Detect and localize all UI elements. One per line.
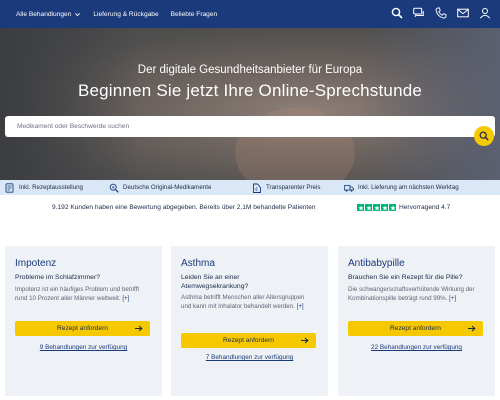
nav-popular-questions-label: Beliebte Fragen	[170, 10, 218, 18]
nav-popular-questions[interactable]: Beliebte Fragen	[171, 11, 218, 18]
chevron-down-icon	[75, 12, 81, 16]
star-icon	[373, 204, 380, 211]
arrow-right-icon	[468, 325, 476, 332]
read-more-link[interactable]: [+]	[122, 295, 129, 302]
top-navigation: Alle Behandlungen Lieferung & Rückgabe B…	[0, 0, 500, 28]
trustpilot-stars[interactable]	[357, 204, 396, 211]
treatments-available-link[interactable]: 7 Behandlungen zur verfügung	[171, 354, 328, 361]
hero-banner: Der digitale Gesundheitsanbieter für Eur…	[0, 28, 500, 180]
nav-all-treatments[interactable]: Alle Behandlungen	[16, 11, 81, 18]
feature-prescription: Inkl. Rezeptausstellung	[5, 180, 83, 195]
button-label: Rezept anfordern	[390, 325, 441, 332]
arrow-right-icon	[135, 325, 143, 332]
phone-icon[interactable]	[434, 6, 447, 20]
card-title[interactable]: Asthma	[181, 258, 215, 269]
treatment-card-asthma: Asthma Leiden Sie an einer Atemwegsekran…	[171, 246, 328, 396]
request-prescription-button[interactable]: Rezept anfordern	[15, 321, 150, 336]
card-question: Brauchen Sie ein Rezept für die Pille?	[348, 274, 463, 281]
hero-image-shade	[0, 28, 140, 180]
treatments-available-link[interactable]: 22 Behandlungen zur verfügung	[338, 344, 495, 351]
button-label: Rezept anfordern	[57, 325, 108, 332]
card-question: Leiden Sie an einer Atemwegsekrankung?	[181, 274, 249, 291]
user-icon[interactable]	[478, 6, 491, 20]
star-icon	[365, 204, 372, 211]
star-icon	[381, 204, 388, 211]
card-description: Asthma betrifft Menschen aller Altersgru…	[181, 294, 309, 312]
treatment-card-antibabypille: Antibabypille Brauchen Sie ein Rezept fü…	[338, 246, 495, 396]
price-tag-icon: €	[253, 183, 261, 193]
arrow-right-icon	[301, 337, 309, 344]
feature-label: Inkl. Rezeptausstellung	[19, 184, 83, 191]
read-more-link[interactable]: [+]	[297, 303, 304, 310]
hero-title: Beginnen Sie jetzt Ihre Online-Sprechstu…	[77, 81, 423, 100]
card-description-text: Asthma betrifft Menschen aller Altersgru…	[181, 294, 305, 310]
feature-transparent-price: € Transparenter Preis	[252, 180, 320, 195]
search-icon[interactable]	[390, 6, 403, 20]
treatments-available-link[interactable]: 9 Behandlungen zur verfügung	[5, 344, 162, 351]
card-title[interactable]: Antibabypille	[348, 258, 405, 269]
reviews-strip: 9.192 Kunden haben eine Bewertung abgege…	[0, 203, 500, 215]
nav-all-treatments-label: Alle Behandlungen	[16, 10, 72, 18]
hero-image-shade-right	[360, 28, 500, 180]
feature-bar: Inkl. Rezeptausstellung Deutsche Origina…	[0, 180, 500, 195]
star-icon	[389, 204, 396, 211]
feature-label: Inkl. Lieferung am nächsten Werktag	[358, 184, 459, 191]
nav-icon-group	[390, 6, 491, 20]
mail-icon[interactable]	[456, 6, 469, 20]
card-question: Probleme im Schlafzimmer?	[15, 274, 100, 281]
card-description: Die schwangerschaftsverhütende Wirkung d…	[348, 286, 486, 304]
medicine-search-icon	[109, 183, 119, 193]
feature-next-day-delivery: Inkl. Lieferung am nächsten Werktag	[344, 180, 459, 195]
delivery-truck-icon	[344, 184, 354, 192]
button-label: Rezept anfordern	[223, 337, 274, 344]
star-icon	[357, 204, 364, 211]
search-button[interactable]	[474, 126, 494, 146]
prescription-icon	[5, 182, 14, 193]
hero-subtitle: Der digitale Gesundheitsanbieter für Eur…	[137, 64, 363, 76]
chat-icon[interactable]	[412, 6, 425, 20]
feature-original-medicine: Deutsche Original-Medikamente	[109, 180, 211, 195]
search-icon	[479, 131, 489, 141]
nav-delivery-returns-label: Lieferung & Rückgabe	[93, 10, 159, 18]
feature-label: Transparenter Preis	[266, 184, 321, 191]
card-description: Impotenz ist ein häufiges Problem und be…	[15, 286, 153, 304]
treatment-section: Impotenz Probleme im Schlafzimmer? Impot…	[0, 228, 500, 400]
card-description-text: Impotenz ist ein häufiges Problem und be…	[15, 286, 140, 302]
read-more-link[interactable]: [+]	[449, 295, 456, 302]
request-prescription-button[interactable]: Rezept anfordern	[181, 333, 316, 348]
feature-label: Deutsche Original-Medikamente	[123, 184, 212, 191]
request-prescription-button[interactable]: Rezept anfordern	[348, 321, 483, 336]
treatment-card-impotenz: Impotenz Probleme im Schlafzimmer? Impot…	[5, 246, 162, 396]
nav-links: Alle Behandlungen Lieferung & Rückgabe B…	[0, 11, 217, 18]
search-input[interactable]: Medikament oder Beschwerde suchen	[5, 116, 495, 137]
review-summary: 9.192 Kunden haben eine Bewertung abgege…	[52, 204, 316, 211]
review-rating: Hervorragend 4.7	[399, 204, 451, 211]
nav-delivery-returns[interactable]: Lieferung & Rückgabe	[93, 11, 158, 18]
card-title[interactable]: Impotenz	[15, 258, 56, 269]
svg-text:€: €	[255, 186, 258, 192]
